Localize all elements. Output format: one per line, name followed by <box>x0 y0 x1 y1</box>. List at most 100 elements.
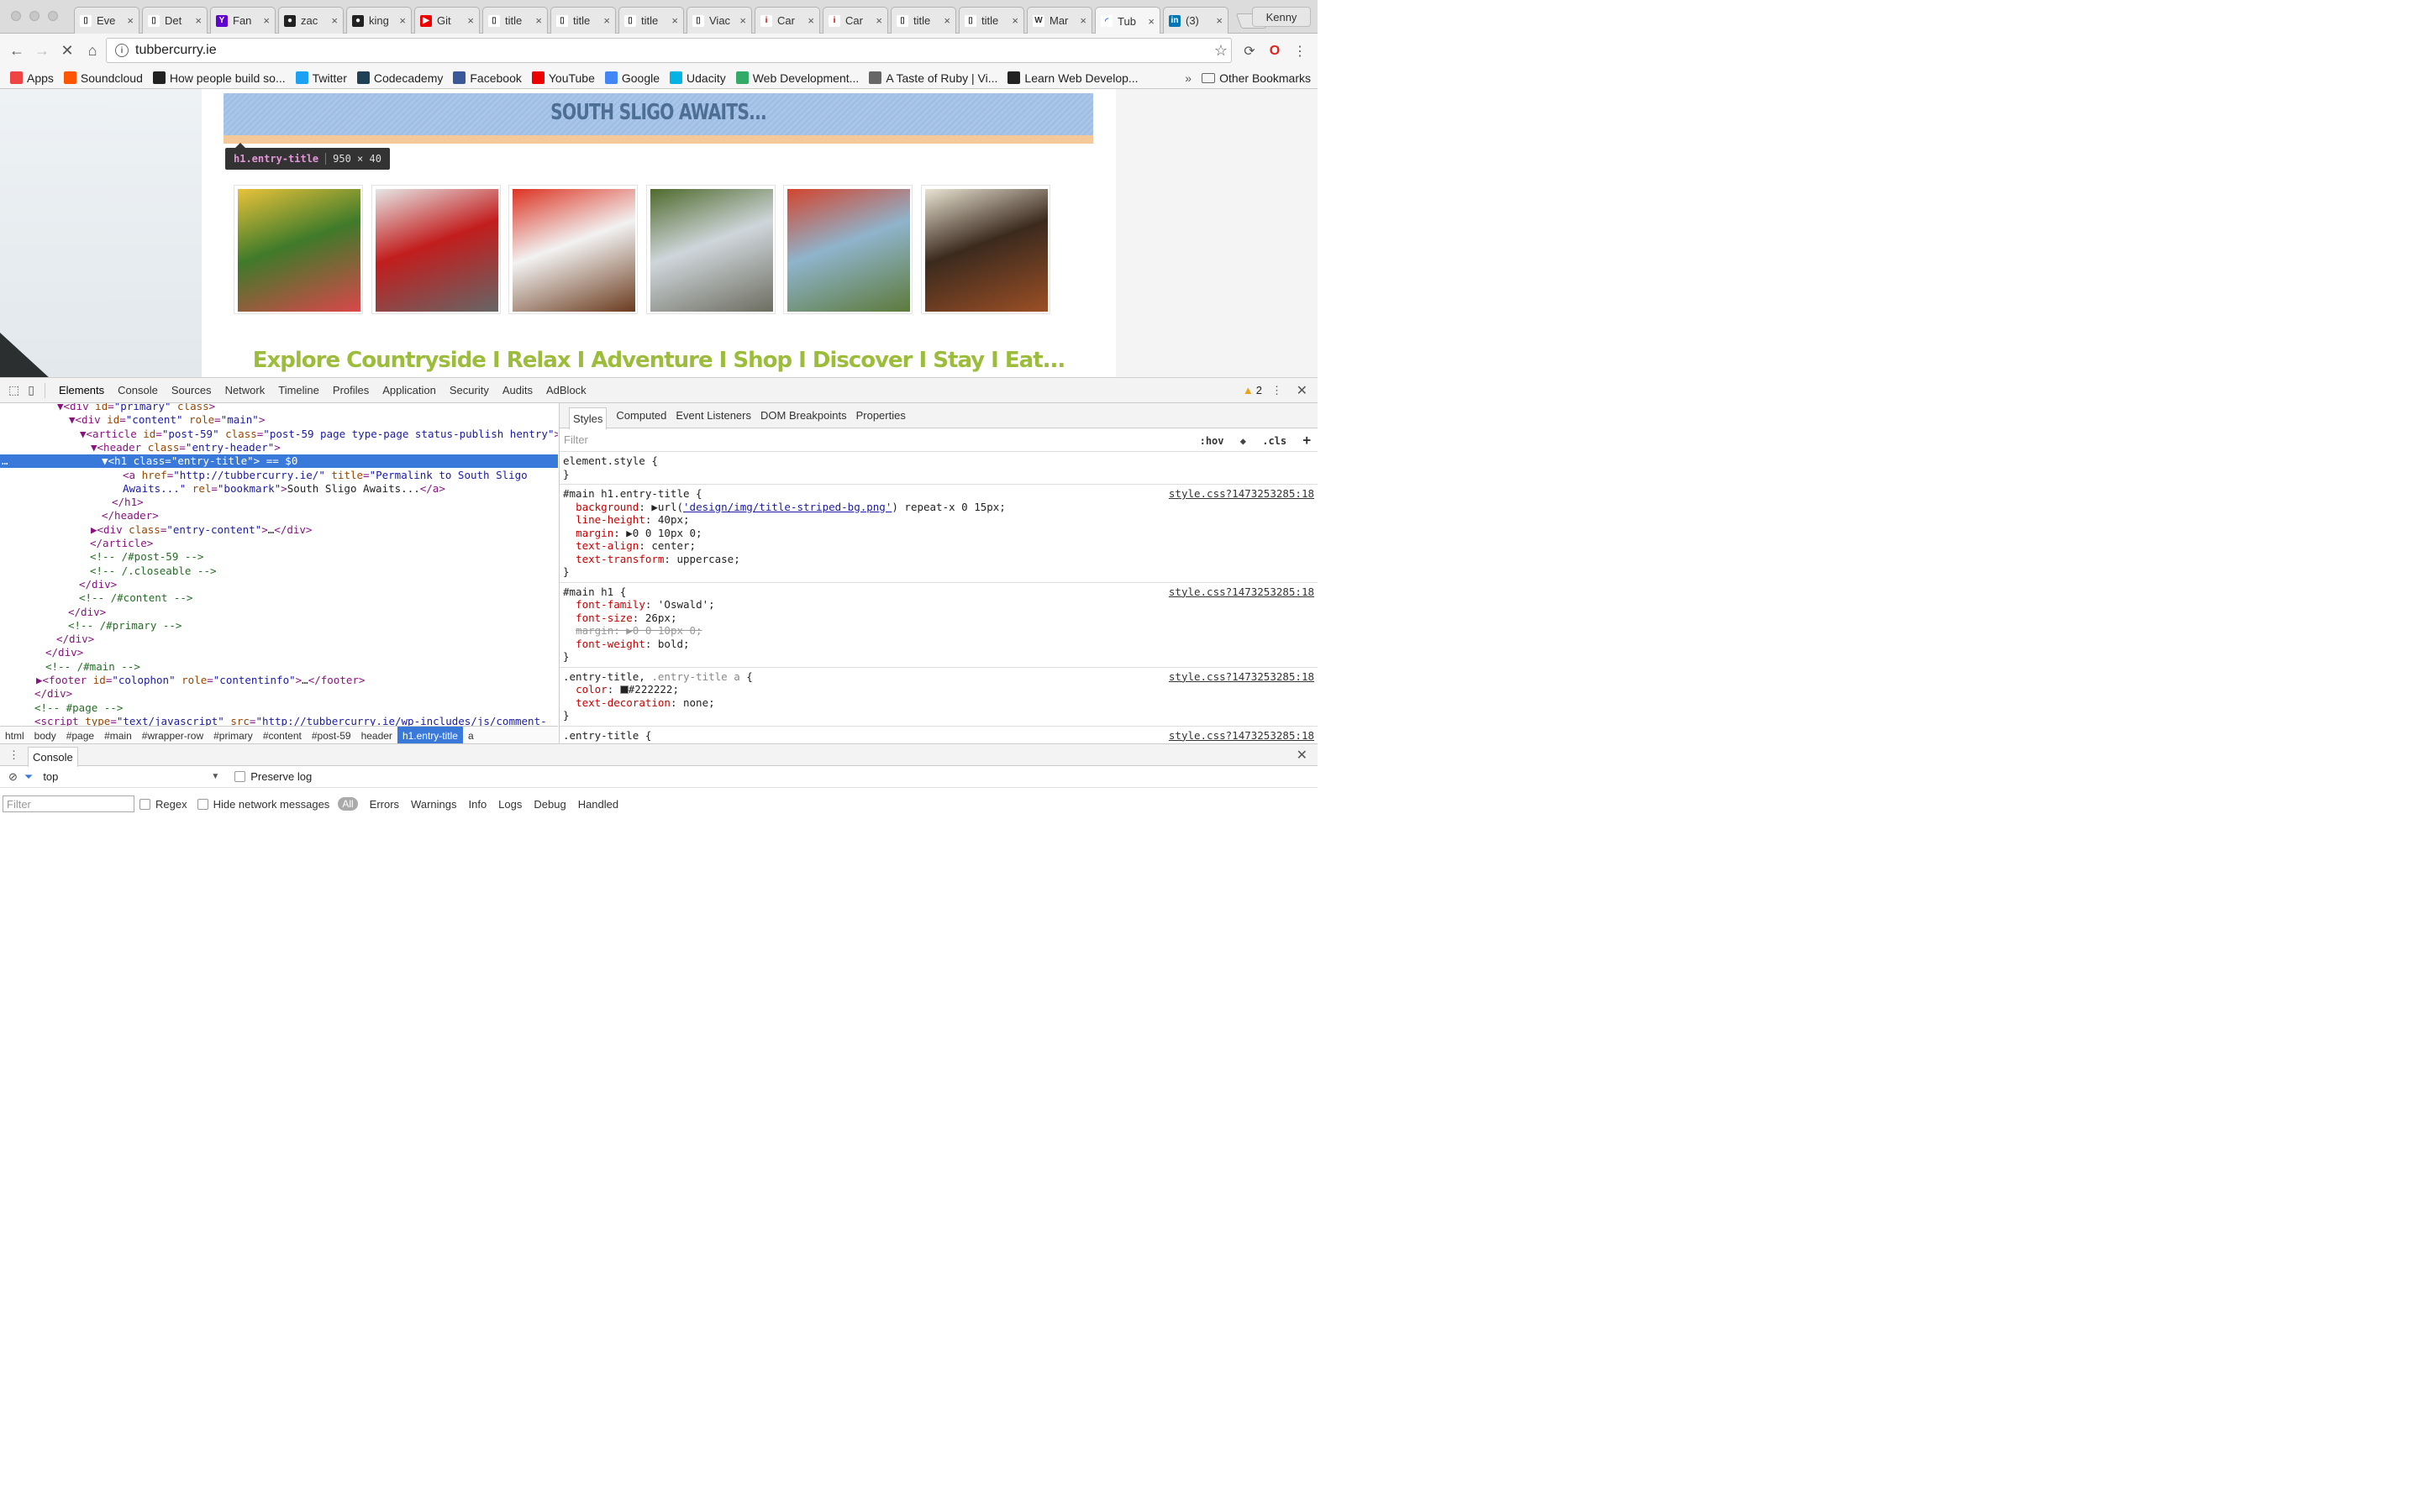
styles-subtab[interactable]: DOM Breakpoints <box>760 409 847 422</box>
bookmark-item[interactable]: Google <box>604 71 660 85</box>
close-icon[interactable]: × <box>944 14 950 27</box>
css-source-link[interactable]: style.css?1473253285:18 <box>1169 487 1314 500</box>
dom-node-line[interactable]: </div> <box>0 687 558 701</box>
breadcrumb-item[interactable]: #content <box>258 727 307 745</box>
log-level-errors[interactable]: Errors <box>370 798 399 811</box>
cls-toggle[interactable]: .cls <box>1262 435 1286 447</box>
dom-node-line[interactable]: <a href="http://tubbercurry.ie/" title="… <box>0 469 558 482</box>
chevron-down-icon[interactable]: ▼ <box>211 772 219 781</box>
devtools-tab-timeline[interactable]: Timeline <box>278 384 319 396</box>
devtools-close-icon[interactable]: ✕ <box>1297 382 1307 399</box>
dom-node-line[interactable]: </div> <box>0 633 558 646</box>
dom-node-line[interactable]: <!-- /#post-59 --> <box>0 550 558 564</box>
console-filter-input[interactable]: Filter <box>3 795 134 812</box>
warnings-counter[interactable]: ▲ 2 <box>1243 384 1262 396</box>
device-mode-icon[interactable]: ▯ <box>28 383 34 397</box>
devtools-tab-elements[interactable]: Elements <box>59 384 104 396</box>
browser-tab[interactable]: ▯ Viac × <box>687 7 752 34</box>
close-icon[interactable]: × <box>808 14 814 27</box>
css-declaration[interactable]: font-family: 'Oswald'; <box>563 598 1314 612</box>
css-declaration[interactable]: font-size: 26px; <box>563 612 1314 625</box>
clear-console-icon[interactable]: ⊘ <box>8 770 18 784</box>
castle-ruin-photo[interactable] <box>645 185 776 314</box>
site-info-icon[interactable]: i <box>115 44 129 57</box>
close-icon[interactable]: × <box>603 14 610 27</box>
bookmark-item[interactable]: YouTube <box>531 71 595 85</box>
sync-extension-icon[interactable]: ⟳ <box>1240 42 1259 60</box>
devtools-tab-adblock[interactable]: AdBlock <box>546 384 587 396</box>
back-arrow-icon[interactable]: ← <box>7 40 27 60</box>
chrome-menu-icon[interactable]: ⋮ <box>1291 42 1309 60</box>
css-rule[interactable]: .entry-title, .entry-title a {style.css?… <box>560 668 1318 727</box>
context-selector[interactable]: top <box>43 770 211 783</box>
css-declaration[interactable]: background: ▶url('design/img/title-strip… <box>563 501 1314 514</box>
log-level-warnings[interactable]: Warnings <box>411 798 456 811</box>
browser-tab[interactable]: ▶ Git × <box>414 7 480 34</box>
dom-node-line[interactable]: </div> <box>0 646 558 659</box>
browser-tab[interactable]: ◜ Tub × <box>1095 7 1160 34</box>
bookmark-item[interactable]: Udacity <box>670 71 726 85</box>
breadcrumb-item[interactable]: #primary <box>208 727 258 745</box>
log-level-info[interactable]: Info <box>468 798 487 811</box>
steak-plate-photo[interactable] <box>508 185 638 314</box>
browser-tab[interactable]: ● zac × <box>278 7 344 34</box>
dom-node-line[interactable]: <!-- /.closeable --> <box>0 564 558 578</box>
bookmark-item[interactable]: Learn Web Develop... <box>1007 71 1139 85</box>
css-declaration[interactable]: color: #222222; <box>563 683 1314 696</box>
close-icon[interactable]: × <box>535 14 542 27</box>
bookmarks-overflow-button[interactable]: » <box>1185 71 1192 85</box>
styles-filter-input[interactable]: Filter <box>564 433 588 446</box>
browser-tab[interactable]: Y Fan × <box>210 7 276 34</box>
console-tab[interactable]: Console <box>28 746 78 767</box>
stop-loading-icon[interactable]: ✕ <box>57 40 77 60</box>
bookmark-star-icon[interactable]: ☆ <box>1214 42 1228 60</box>
devtools-tab-application[interactable]: Application <box>382 384 436 396</box>
dom-node-line[interactable]: ▼<article id="post-59" class="post-59 pa… <box>0 428 558 441</box>
css-declaration[interactable]: margin: ▶0 0 10px 0; <box>563 624 1314 638</box>
close-icon[interactable]: × <box>1216 14 1223 27</box>
devtools-tab-security[interactable]: Security <box>450 384 489 396</box>
close-icon[interactable]: × <box>399 14 406 27</box>
forward-arrow-icon[interactable]: → <box>32 40 52 60</box>
browser-tab[interactable]: ▯ title × <box>959 7 1024 34</box>
breadcrumb-item[interactable]: #wrapper-row <box>137 727 208 745</box>
close-icon[interactable]: × <box>1012 14 1018 27</box>
devtools-tab-sources[interactable]: Sources <box>171 384 212 396</box>
bookmark-item[interactable]: A Taste of Ruby | Vi... <box>869 71 997 85</box>
browser-tab[interactable]: in (3) × <box>1163 7 1228 34</box>
regex-checkbox[interactable] <box>139 798 150 810</box>
styles-subtab[interactable]: Computed <box>616 409 666 422</box>
browser-tab[interactable]: ● king × <box>346 7 412 34</box>
address-bar[interactable]: i tubbercurry.ie ☆ <box>106 38 1232 63</box>
breadcrumb-item[interactable]: #page <box>61 727 99 745</box>
other-bookmarks-button[interactable]: Other Bookmarks <box>1219 71 1311 85</box>
browser-tab[interactable]: ▯ title × <box>482 7 548 34</box>
dom-node-line[interactable]: ▶<footer id="colophon" role="contentinfo… <box>0 674 558 687</box>
css-declaration[interactable]: } <box>563 468 1314 481</box>
dom-node-line[interactable]: <!-- /#primary --> <box>0 619 558 633</box>
kayaks-photo[interactable] <box>783 185 913 314</box>
new-style-rule-button[interactable]: + <box>1302 432 1311 448</box>
bookmark-item[interactable]: Soundcloud <box>63 71 143 85</box>
preserve-log-checkbox[interactable] <box>234 771 246 782</box>
beer-bottles-photo[interactable] <box>920 185 1050 314</box>
dom-node-line[interactable]: </header> <box>0 509 558 522</box>
close-icon[interactable]: × <box>263 14 270 27</box>
browser-tab[interactable]: ▯ title × <box>891 7 956 34</box>
dom-node-line[interactable]: ▶<div class="entry-content">…</div> <box>0 523 558 537</box>
styles-filter[interactable]: Filter :hov ◆ .cls + <box>560 428 1318 452</box>
dom-node-line[interactable]: </div> <box>0 606 558 619</box>
log-level-logs[interactable]: Logs <box>498 798 522 811</box>
dom-node-line[interactable]: </h1> <box>0 496 558 509</box>
close-icon[interactable]: × <box>876 14 882 27</box>
home-icon[interactable]: ⌂ <box>82 40 103 60</box>
breadcrumb-item[interactable]: #post-59 <box>307 727 356 745</box>
page-title[interactable]: SOUTH SLIGO AWAITS... <box>319 100 997 125</box>
close-window-icon[interactable] <box>11 11 21 21</box>
css-declaration[interactable]: margin: ▶0 0 10px 0; <box>563 527 1314 540</box>
devtools-tab-network[interactable]: Network <box>225 384 266 396</box>
css-declaration[interactable]: text-transform: uppercase; <box>563 553 1314 566</box>
dom-node-line[interactable]: ▼<div id="primary" class> <box>0 403 558 413</box>
bookmark-item[interactable]: Apps <box>10 71 54 85</box>
breadcrumb-item[interactable]: body <box>29 727 61 745</box>
